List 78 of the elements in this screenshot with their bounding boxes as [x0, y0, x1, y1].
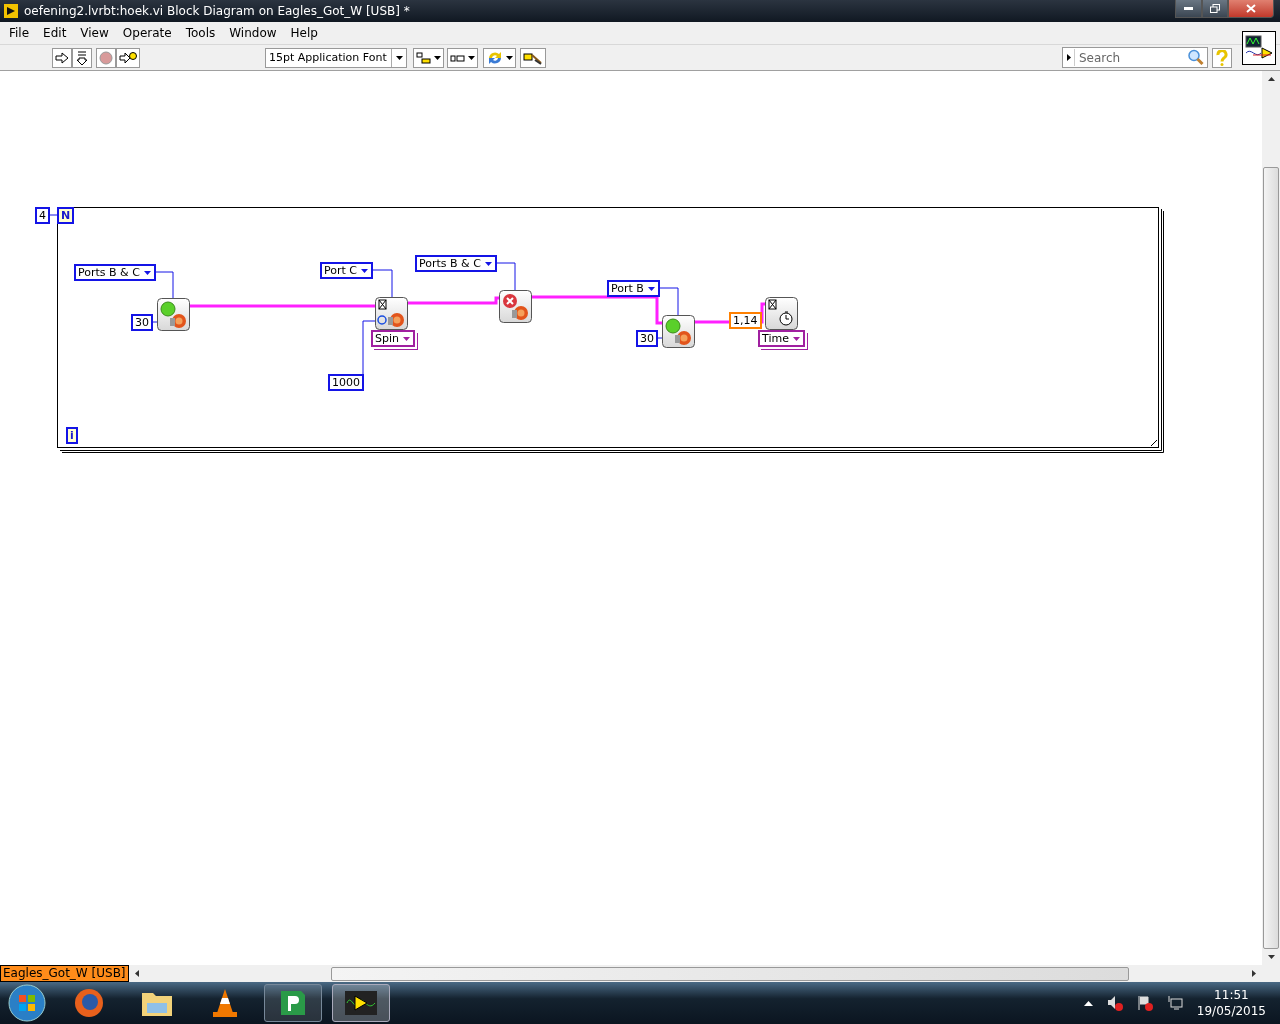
- search-field[interactable]: Search: [1062, 47, 1208, 68]
- muted-speaker-icon[interactable]: [1106, 995, 1123, 1011]
- minimize-icon: [1184, 7, 1193, 10]
- close-icon: [1246, 4, 1256, 13]
- mode-selector[interactable]: Spin: [371, 330, 415, 347]
- font-dropdown[interactable]: 15pt Application Font: [265, 47, 407, 68]
- numeric-constant: 1,14: [729, 312, 762, 329]
- window-title: oefening2.lvrbt:hoek.vi Block Diagram on Eagles_Got_W [USB] *: [24, 4, 411, 18]
- restore-icon: [1210, 4, 1220, 13]
- menu-item[interactable]: View: [73, 26, 116, 40]
- dropdown-arrow-icon: [143, 270, 151, 275]
- bulb-arrow-icon: [119, 50, 137, 65]
- run-continuously-button[interactable]: [72, 47, 92, 68]
- taskbar-app[interactable]: [332, 984, 390, 1022]
- motor-stop-block: [499, 290, 532, 323]
- scroll-left-icon: [132, 969, 141, 978]
- run-arrow-icon: [55, 51, 69, 64]
- port-selector[interactable]: Port C: [320, 262, 373, 279]
- numeric-constant: 30: [636, 330, 658, 347]
- network-icon[interactable]: [1166, 995, 1183, 1011]
- dropdown-arrow-icon: [647, 286, 655, 291]
- port-selector[interactable]: Ports B & C: [415, 255, 497, 272]
- flag-icon[interactable]: [1136, 995, 1153, 1011]
- highlight-button[interactable]: [116, 47, 140, 68]
- target-label: Eagles_Got_W [USB]: [0, 965, 129, 982]
- port-selector[interactable]: Ports B & C: [74, 264, 156, 281]
- dropdown-arrow-icon: [434, 55, 441, 60]
- motor-on-block: [662, 315, 695, 348]
- dropdown-arrow-icon: [395, 55, 403, 60]
- cycle-arrows-icon: [486, 50, 504, 65]
- menu-item[interactable]: Window: [222, 26, 284, 40]
- timer-wait-block: [765, 297, 798, 330]
- menu-item[interactable]: Edit: [36, 26, 74, 40]
- port-selector[interactable]: Port B: [607, 280, 660, 297]
- dropdown-arrow-icon: [361, 268, 368, 273]
- motor-on-block: [157, 298, 190, 331]
- numeric-constant: 4: [35, 207, 50, 224]
- align-icon: [416, 51, 432, 64]
- align-button[interactable]: [413, 47, 444, 68]
- document-p-icon: [278, 988, 308, 1018]
- close-button[interactable]: [1228, 0, 1274, 18]
- menu-item[interactable]: Tools: [178, 26, 223, 40]
- help-button[interactable]: [1212, 47, 1232, 68]
- loop-arrow-icon: [76, 49, 88, 66]
- browser-globe-icon: [73, 987, 105, 1019]
- scroll-right-icon: [1250, 969, 1258, 978]
- help-icon: [1216, 49, 1228, 66]
- menu-item[interactable]: Operate: [115, 26, 179, 40]
- dropdown-arrow-icon: [403, 336, 410, 341]
- dropdown-arrow-icon: [468, 55, 475, 60]
- stop-icon: [99, 50, 113, 65]
- traffic-cone-icon: [211, 988, 239, 1018]
- dropdown-arrow-icon: [792, 336, 800, 341]
- motor-wait-block: [375, 297, 408, 330]
- expand-arrow-icon[interactable]: [1064, 49, 1075, 66]
- broom-icon: [523, 50, 543, 65]
- dropdown-arrow-icon: [506, 55, 513, 60]
- search-icon: [1187, 49, 1205, 65]
- reorder-button[interactable]: [483, 47, 516, 68]
- iteration-terminal: i: [66, 427, 78, 444]
- numeric-constant: 1000: [328, 374, 364, 391]
- count-terminal: N: [57, 207, 75, 224]
- run-button[interactable]: [52, 47, 72, 68]
- taskbar-app[interactable]: [264, 984, 322, 1022]
- distribute-button[interactable]: [447, 47, 478, 68]
- mode-selector[interactable]: Time: [758, 330, 805, 347]
- app-icon: [4, 4, 18, 18]
- clock[interactable]: 11:51 19/05/2015: [1196, 987, 1266, 1019]
- menu-item[interactable]: Help: [283, 26, 325, 40]
- dropdown-arrow-icon: [484, 261, 492, 266]
- labview-app-icon: [344, 988, 378, 1018]
- restore-button[interactable]: [1202, 0, 1228, 18]
- cleanup-button[interactable]: [520, 47, 546, 68]
- show-hidden-icons-icon[interactable]: [1083, 1000, 1093, 1006]
- windows-logo-icon: [8, 984, 46, 1022]
- menu-item[interactable]: File: [2, 26, 37, 40]
- minimize-button[interactable]: [1175, 0, 1202, 18]
- numeric-constant: 30: [131, 314, 153, 331]
